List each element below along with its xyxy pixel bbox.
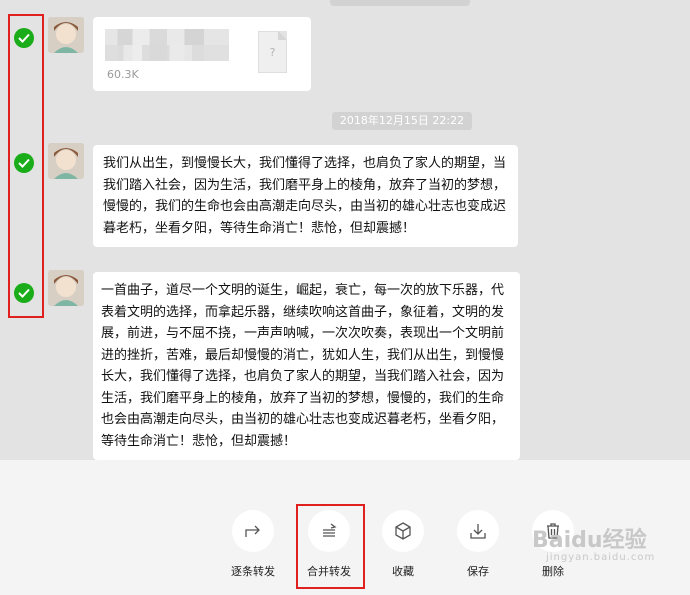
- file-size: 60.3K: [107, 68, 139, 81]
- forward-icon: [245, 525, 260, 537]
- favorite-button[interactable]: 收藏: [368, 510, 438, 579]
- avatar[interactable]: [48, 17, 84, 53]
- file-message[interactable]: 60.3K ?: [93, 17, 311, 91]
- save-button[interactable]: 保存: [443, 510, 513, 579]
- unknown-file-icon: ?: [258, 31, 287, 73]
- text-message[interactable]: 我们从出生，到慢慢长大，我们懂得了选择，也肩负了家人的期望，当我们踏入社会，因为…: [93, 145, 518, 247]
- text-message[interactable]: 一首曲子，道尽一个文明的诞生，崛起，衰亡，每一次的放下乐器，代表着文明的选择，而…: [93, 272, 520, 460]
- forward-one-by-one-button[interactable]: 逐条转发: [218, 510, 288, 579]
- avatar[interactable]: [48, 270, 84, 306]
- message-timestamp: 2018年12月15日 22:22: [332, 112, 472, 130]
- download-icon: [470, 524, 486, 539]
- file-name-blurred: [105, 29, 229, 61]
- highlight-box-merge: [296, 504, 365, 589]
- delete-label: 删除: [542, 565, 564, 578]
- top-divider: [330, 0, 470, 6]
- favorite-label: 收藏: [392, 565, 414, 578]
- forward-one-by-one-label: 逐条转发: [231, 565, 275, 578]
- avatar[interactable]: [48, 143, 84, 179]
- chat-area: 60.3K ? 2018年12月15日 22:22 我们从出生，到慢慢长大，我们…: [0, 0, 690, 460]
- highlight-box-checks: [8, 14, 44, 318]
- cube-icon: [395, 522, 411, 540]
- baidu-watermark: Baidu经验 jingyan.baidu.com: [532, 528, 656, 563]
- save-label: 保存: [467, 565, 489, 578]
